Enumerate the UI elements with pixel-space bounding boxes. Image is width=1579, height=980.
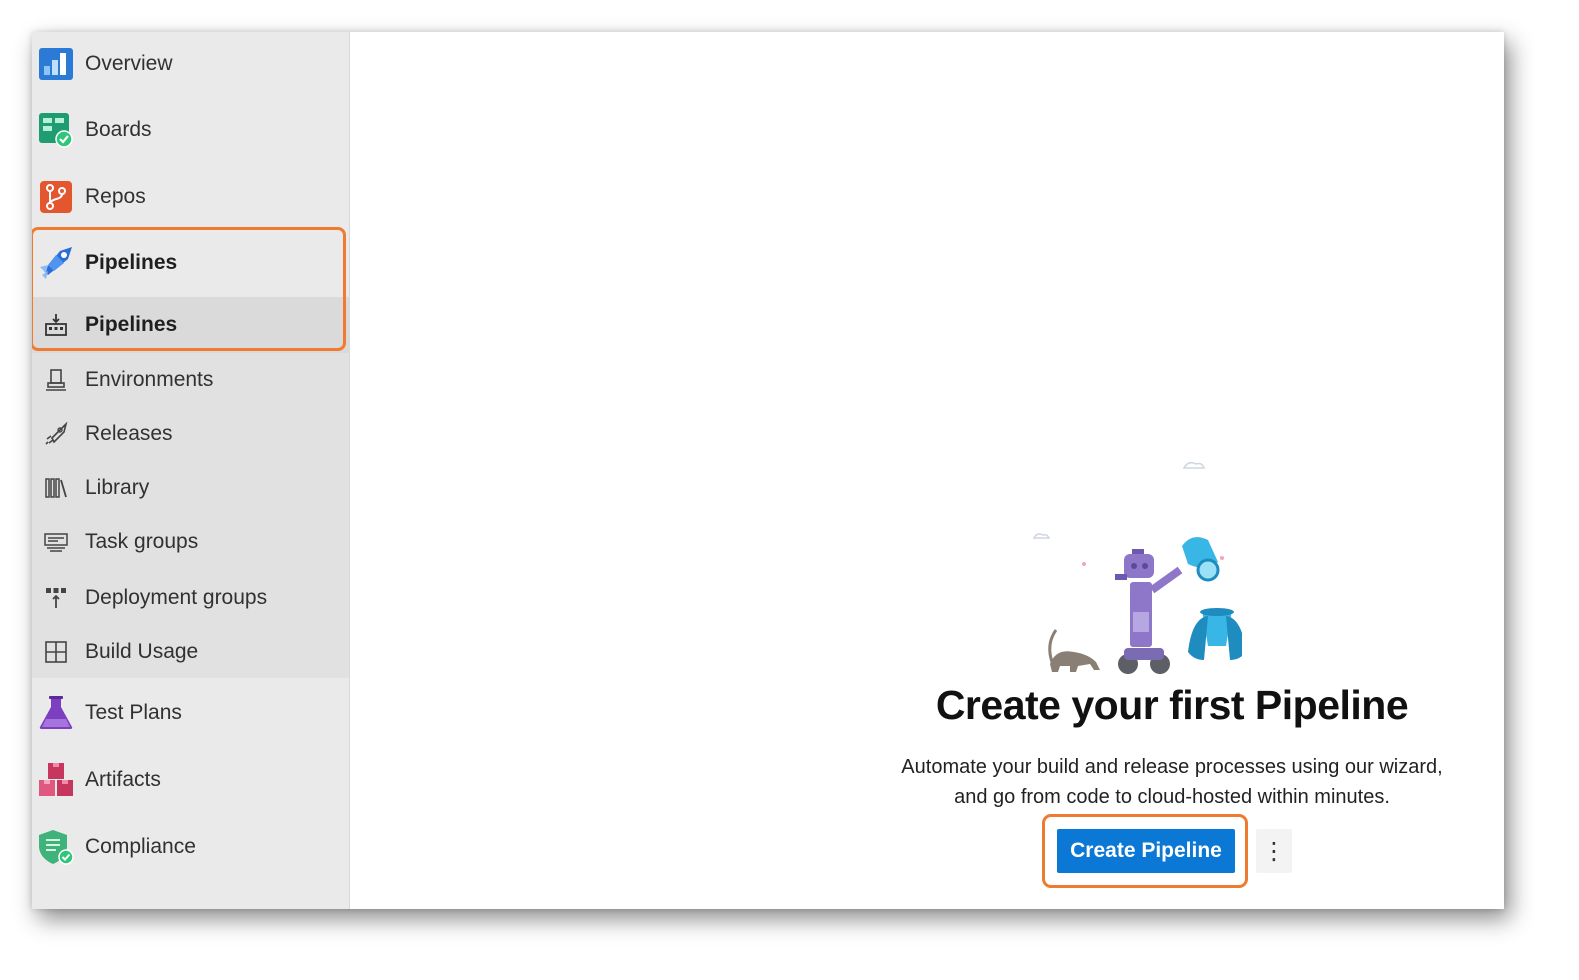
description-line-1: Automate your build and release processe… bbox=[901, 756, 1443, 778]
library-icon bbox=[44, 476, 68, 500]
more-options-button[interactable]: ⋮ bbox=[1256, 829, 1292, 873]
artifacts-icon bbox=[38, 762, 74, 798]
sidebar-item-compliance[interactable]: Compliance bbox=[32, 828, 349, 866]
sidebar-item-label: Releases bbox=[85, 422, 173, 445]
test-plans-icon bbox=[38, 695, 74, 731]
build-usage-icon bbox=[44, 640, 68, 664]
sidebar-item-artifacts[interactable]: Artifacts bbox=[32, 761, 349, 799]
boards-icon bbox=[38, 112, 74, 148]
sidebar-subitem-build-usage[interactable]: Build Usage bbox=[32, 632, 349, 672]
sidebar-subitem-releases[interactable]: Releases bbox=[32, 414, 349, 454]
sidebar-item-pipelines[interactable]: Pipelines bbox=[32, 230, 349, 296]
sidebar-subitem-task-groups[interactable]: Task groups bbox=[32, 522, 349, 562]
sidebar-item-label: Build Usage bbox=[85, 640, 199, 663]
page-description: Automate your build and release processe… bbox=[832, 752, 1504, 812]
create-pipeline-button[interactable]: Create Pipeline bbox=[1057, 829, 1235, 873]
sidebar-item-label: Environments bbox=[85, 368, 214, 391]
sidebar-item-overview[interactable]: Overview bbox=[32, 45, 349, 83]
sidebar-item-test-plans[interactable]: Test Plans bbox=[32, 694, 349, 732]
more-vertical-icon: ⋮ bbox=[1262, 837, 1286, 865]
compliance-icon bbox=[38, 829, 74, 865]
task-groups-icon bbox=[44, 530, 68, 554]
deployment-groups-icon bbox=[44, 586, 68, 610]
sidebar-subitem-pipelines[interactable]: Pipelines bbox=[32, 297, 349, 353]
sidebar-item-label: Deployment groups bbox=[85, 586, 268, 609]
description-line-2: and go from code to cloud-hosted within … bbox=[954, 786, 1390, 808]
sidebar-item-repos[interactable]: Repos bbox=[32, 178, 349, 216]
sidebar-item-label: Artifacts bbox=[85, 768, 161, 791]
sidebar-item-label: Pipelines bbox=[85, 251, 178, 274]
pipelines-sub-icon bbox=[44, 313, 68, 337]
sidebar-subitem-library[interactable]: Library bbox=[32, 468, 349, 508]
environments-icon bbox=[44, 368, 68, 392]
repos-icon bbox=[38, 179, 74, 215]
sidebar-item-label: Test Plans bbox=[85, 701, 182, 724]
sidebar-item-label: Pipelines bbox=[85, 313, 178, 336]
sidebar-subitem-environments[interactable]: Environments bbox=[32, 360, 349, 400]
sidebar-item-label: Boards bbox=[85, 118, 152, 141]
sidebar-item-label: Library bbox=[85, 476, 150, 499]
sidebar-item-label: Overview bbox=[85, 52, 173, 75]
sidebar-item-label: Compliance bbox=[85, 835, 196, 858]
sidebar-subitem-deployment-groups[interactable]: Deployment groups bbox=[32, 578, 349, 618]
overview-icon bbox=[38, 46, 74, 82]
pipelines-icon bbox=[38, 245, 74, 281]
page-title: Create your first Pipeline bbox=[935, 682, 1409, 728]
pipeline-illustration bbox=[1002, 452, 1346, 686]
sidebar-item-label: Task groups bbox=[85, 530, 199, 553]
sidebar-item-label: Repos bbox=[85, 185, 146, 208]
sidebar-item-boards[interactable]: Boards bbox=[32, 111, 349, 149]
releases-icon bbox=[44, 422, 68, 446]
sidebar: Overview Boards Repos Pipelines Pipeline… bbox=[32, 32, 350, 909]
app-window: Overview Boards Repos Pipelines Pipeline… bbox=[32, 32, 1504, 909]
